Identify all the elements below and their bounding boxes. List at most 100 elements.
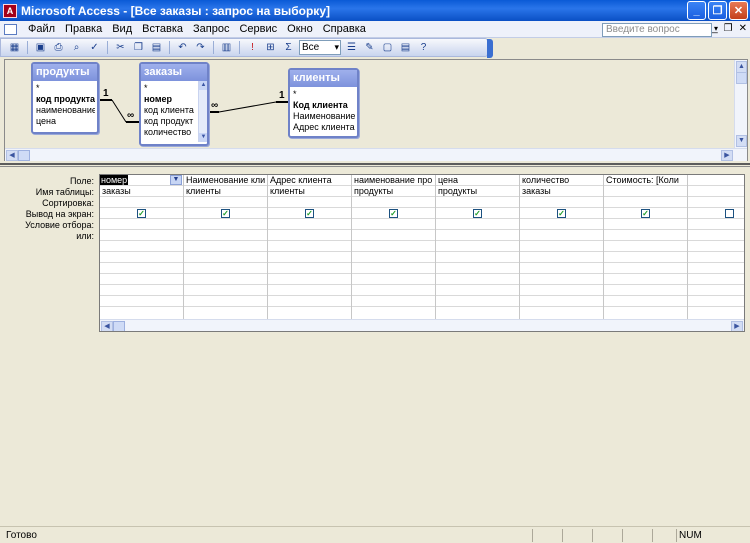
- grid-empty-cell[interactable]: [520, 285, 603, 296]
- menu-query[interactable]: Запрос: [188, 23, 234, 35]
- field-list-item[interactable]: Наименование к: [293, 111, 355, 122]
- grid-empty-cell[interactable]: [268, 241, 351, 252]
- table-clients[interactable]: клиенты * Код клиента Наименование к Адр…: [288, 68, 359, 138]
- table-name-cell[interactable]: клиенты: [184, 186, 267, 197]
- table-name-cell[interactable]: клиенты: [268, 186, 351, 197]
- field-cell[interactable]: наименование про: [352, 175, 435, 186]
- grid-empty-cell[interactable]: [436, 296, 519, 307]
- grid-empty-cell[interactable]: [352, 296, 435, 307]
- table-name-cell[interactable]: [604, 186, 687, 197]
- table-name-cell[interactable]: [688, 186, 744, 197]
- grid-empty-cell[interactable]: [688, 296, 744, 307]
- grid-empty-cell[interactable]: [688, 252, 744, 263]
- or-cell[interactable]: [352, 230, 435, 241]
- grid-empty-cell[interactable]: [520, 263, 603, 274]
- field-cell[interactable]: Наименование кли: [184, 175, 267, 186]
- scroll-right-icon[interactable]: ▶: [731, 321, 743, 331]
- grid-empty-cell[interactable]: [604, 274, 687, 285]
- menu-window[interactable]: Окно: [282, 23, 318, 35]
- query-type-icon[interactable]: ▥: [219, 41, 234, 55]
- criteria-cell[interactable]: [604, 219, 687, 230]
- criteria-cell[interactable]: [184, 219, 267, 230]
- show-checkbox[interactable]: ✓: [221, 208, 230, 218]
- restore-button[interactable]: ❐: [708, 1, 727, 20]
- doc-close-button[interactable]: ✕: [739, 23, 747, 34]
- field-list-item[interactable]: код продукт: [144, 116, 196, 127]
- field-cell[interactable]: цена: [436, 175, 519, 186]
- sort-cell[interactable]: [604, 197, 687, 208]
- or-cell[interactable]: [688, 230, 744, 241]
- grid-empty-cell[interactable]: [352, 285, 435, 296]
- menu-help[interactable]: Справка: [318, 23, 371, 35]
- menu-view[interactable]: Вид: [107, 23, 137, 35]
- menu-tools[interactable]: Сервис: [234, 23, 282, 35]
- grid-empty-cell[interactable]: [688, 241, 744, 252]
- help-icon[interactable]: ?: [416, 41, 431, 55]
- grid-empty-cell[interactable]: [184, 296, 267, 307]
- grid-empty-cell[interactable]: [520, 241, 603, 252]
- run-icon[interactable]: !: [245, 41, 260, 55]
- grid-hscrollbar[interactable]: ◀ ▶: [100, 319, 744, 331]
- show-checkbox[interactable]: ✓: [473, 208, 482, 218]
- field-dropdown-icon[interactable]: ▼: [170, 175, 182, 185]
- grid-empty-cell[interactable]: [100, 252, 183, 263]
- field-cell[interactable]: Адрес клиента: [268, 175, 351, 186]
- grid-empty-cell[interactable]: [436, 241, 519, 252]
- scroll-left-icon[interactable]: ◀: [6, 150, 18, 161]
- show-checkbox[interactable]: [725, 208, 734, 218]
- paste-icon[interactable]: ▤: [149, 41, 164, 55]
- grid-empty-cell[interactable]: [100, 274, 183, 285]
- grid-empty-cell[interactable]: [268, 285, 351, 296]
- grid-empty-cell[interactable]: [520, 296, 603, 307]
- doc-restore-button[interactable]: ❐: [724, 23, 733, 34]
- field-cell[interactable]: номер ▼: [100, 175, 183, 186]
- grid-empty-cell[interactable]: [352, 274, 435, 285]
- menu-edit[interactable]: Правка: [60, 23, 107, 35]
- scroll-down-icon[interactable]: ▼: [199, 133, 207, 142]
- criteria-cell[interactable]: [688, 219, 744, 230]
- print-icon[interactable]: ⎙: [51, 41, 66, 55]
- show-checkbox[interactable]: ✓: [557, 208, 566, 218]
- table-name-cell[interactable]: заказы: [100, 186, 183, 197]
- field-list-item[interactable]: наименование пр: [36, 105, 95, 116]
- grid-empty-cell[interactable]: [688, 263, 744, 274]
- pane-splitter[interactable]: [0, 163, 750, 167]
- print-preview-icon[interactable]: ⌕: [69, 41, 84, 55]
- show-checkbox[interactable]: ✓: [137, 208, 146, 218]
- grid-empty-cell[interactable]: [100, 263, 183, 274]
- grid-empty-cell[interactable]: [604, 241, 687, 252]
- scroll-thumb[interactable]: [18, 150, 30, 161]
- grid-empty-cell[interactable]: [604, 263, 687, 274]
- show-checkbox[interactable]: ✓: [641, 208, 650, 218]
- grid-empty-cell[interactable]: [184, 241, 267, 252]
- or-cell[interactable]: [100, 230, 183, 241]
- or-cell[interactable]: [436, 230, 519, 241]
- grid-empty-cell[interactable]: [100, 285, 183, 296]
- field-list-item[interactable]: Код клиента: [293, 100, 355, 111]
- field-cell[interactable]: количество: [520, 175, 603, 186]
- grid-empty-cell[interactable]: [604, 296, 687, 307]
- grid-empty-cell[interactable]: [268, 274, 351, 285]
- table-pane-vscrollbar[interactable]: ▲ ▼: [734, 60, 747, 148]
- field-list-item[interactable]: *: [36, 83, 95, 94]
- copy-icon[interactable]: ❐: [131, 41, 146, 55]
- minimize-button[interactable]: _: [687, 1, 706, 20]
- grid-empty-cell[interactable]: [688, 274, 744, 285]
- grid-empty-cell[interactable]: [184, 263, 267, 274]
- table-title[interactable]: заказы: [141, 64, 207, 81]
- top-values-combo[interactable]: Все: [299, 40, 341, 55]
- field-list-item[interactable]: код продукта: [36, 94, 95, 105]
- redo-icon[interactable]: ↷: [193, 41, 208, 55]
- table-title[interactable]: продукты: [33, 64, 97, 81]
- field-list-scrollbar[interactable]: ▲ ▼: [198, 81, 207, 142]
- builder-icon[interactable]: ✎: [362, 41, 377, 55]
- scroll-thumb[interactable]: [736, 72, 747, 84]
- or-cell[interactable]: [268, 230, 351, 241]
- or-cell[interactable]: [604, 230, 687, 241]
- sort-cell[interactable]: [520, 197, 603, 208]
- scroll-down-icon[interactable]: ▼: [736, 135, 747, 147]
- database-window-icon[interactable]: ▢: [380, 41, 395, 55]
- show-checkbox[interactable]: ✓: [389, 208, 398, 218]
- cut-icon[interactable]: ✂: [113, 41, 128, 55]
- toolbar-options-icon[interactable]: [487, 39, 493, 58]
